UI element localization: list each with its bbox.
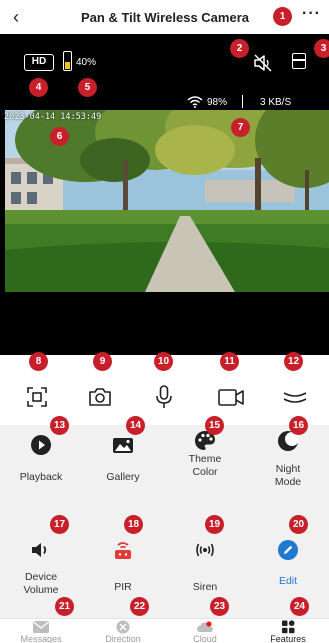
- gallery-label: Gallery: [106, 471, 140, 483]
- play-icon: [31, 435, 51, 455]
- playback-button[interactable]: Playback: [0, 425, 82, 515]
- divider: [242, 95, 243, 108]
- live-video-view[interactable]: HD 40% 98% 3 KB/S 2023-04-14 14:53:49: [0, 34, 329, 355]
- theme-color-button[interactable]: Theme Color: [164, 425, 246, 515]
- annotation-badge: 17: [50, 515, 69, 534]
- tab-messages[interactable]: Messages: [0, 619, 82, 643]
- annotation-badge: 24: [290, 597, 309, 616]
- chevron-double-icon[interactable]: [280, 382, 310, 412]
- microphone-icon[interactable]: [149, 382, 179, 412]
- gallery-button[interactable]: Gallery: [82, 425, 164, 515]
- tab-features-label: Features: [270, 634, 306, 643]
- edit-label: Edit: [278, 575, 298, 587]
- siren-label: Siren: [192, 581, 218, 593]
- battery-icon: [63, 51, 72, 71]
- night-mode-button[interactable]: Night Mode: [247, 425, 329, 515]
- annotation-badge: 4: [29, 78, 48, 97]
- tab-direction[interactable]: Direction: [82, 619, 164, 643]
- page-title: Pan & Tilt Wireless Camera: [81, 10, 249, 25]
- siren-icon: [196, 543, 214, 557]
- bottom-tab-bar: Messages Direction Cloud Features: [0, 618, 329, 643]
- wifi-icon: [187, 96, 203, 108]
- tab-direction-label: Direction: [105, 634, 141, 643]
- back-button[interactable]: ‹: [6, 7, 26, 27]
- battery-level-text: 40%: [76, 57, 97, 68]
- annotation-badge: 3: [314, 39, 329, 58]
- annotation-badge: 9: [93, 352, 112, 371]
- annotation-badge: 10: [154, 352, 173, 371]
- annotation-badge: 21: [55, 597, 74, 616]
- edit-icon: [278, 540, 298, 560]
- annotation-badge: 5: [78, 78, 97, 97]
- annotation-badge: 11: [220, 352, 239, 371]
- fullscreen-icon[interactable]: [22, 382, 52, 412]
- video-timestamp: 2023-04-14 14:53:49: [4, 112, 102, 122]
- tab-features[interactable]: Features: [247, 619, 329, 643]
- annotation-badge: 7: [231, 118, 250, 137]
- annotation-badge: 2: [230, 39, 249, 58]
- cloud-icon: [196, 621, 213, 632]
- annotation-badge: 20: [289, 515, 308, 534]
- grid-icon: [282, 620, 295, 634]
- image-icon: [113, 438, 133, 453]
- pir-sensor-icon: [115, 542, 131, 559]
- annotation-badge: 16: [289, 416, 308, 435]
- pir-label: PIR: [114, 581, 132, 593]
- device-volume-label: Device Volume: [23, 571, 59, 596]
- siren-button[interactable]: Siren: [164, 523, 246, 618]
- annotation-badge: 12: [284, 352, 303, 371]
- night-mode-label: Night Mode: [274, 463, 302, 488]
- direction-icon: [116, 620, 130, 634]
- camera-icon[interactable]: [85, 382, 115, 412]
- envelope-icon: [33, 621, 49, 633]
- tab-messages-label: Messages: [20, 634, 62, 643]
- annotation-badge: 23: [210, 597, 229, 616]
- video-record-icon[interactable]: [216, 382, 246, 412]
- edit-button[interactable]: Edit: [247, 523, 329, 618]
- annotation-badge: 15: [205, 416, 224, 435]
- annotation-badge: 8: [29, 352, 48, 371]
- pir-button[interactable]: PIR: [82, 523, 164, 618]
- wifi-signal-text: 98%: [207, 97, 228, 108]
- annotation-badge: 13: [50, 416, 69, 435]
- annotation-badge: 19: [205, 515, 224, 534]
- split-screen-icon[interactable]: [292, 53, 306, 69]
- annotation-badge: 14: [126, 416, 145, 435]
- annotation-badge: 6: [50, 127, 69, 146]
- transfer-speed-text: 3 KB/S: [260, 97, 292, 108]
- annotation-badge: 22: [130, 597, 149, 616]
- playback-label: Playback: [19, 471, 63, 483]
- annotation-badge: 1: [273, 7, 292, 26]
- tab-cloud[interactable]: Cloud: [164, 619, 246, 643]
- more-options-button[interactable]: ···: [302, 5, 321, 23]
- annotation-badge: 18: [124, 515, 143, 534]
- hd-quality-button[interactable]: HD: [24, 54, 54, 71]
- mute-speaker-icon[interactable]: [252, 52, 274, 74]
- speaker-icon: [32, 543, 47, 557]
- tab-cloud-label: Cloud: [193, 634, 217, 643]
- theme-color-label: Theme Color: [188, 453, 222, 478]
